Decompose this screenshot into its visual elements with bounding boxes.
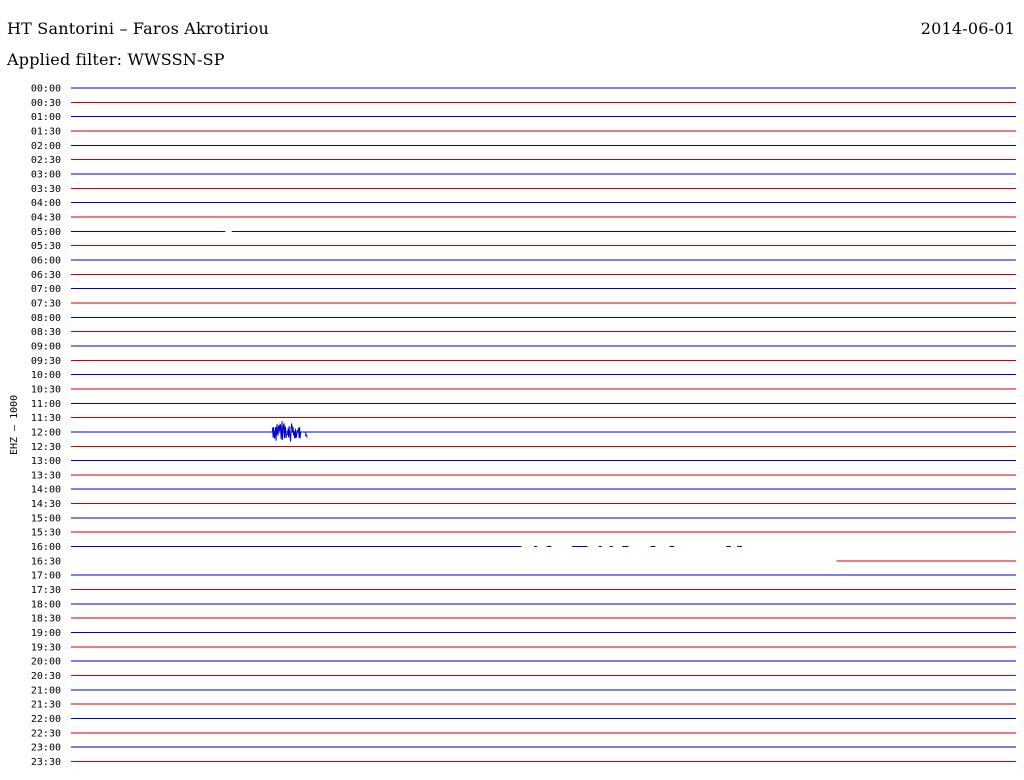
tick-label: 03:00 — [31, 169, 61, 180]
tick-label: 14:00 — [31, 485, 61, 496]
tick-label: 06:30 — [31, 270, 61, 281]
data-gap — [655, 544, 670, 549]
tick-label: 13:30 — [31, 470, 61, 481]
data-gap — [537, 544, 547, 549]
data-gap — [730, 544, 738, 549]
tick-label: 11:30 — [31, 413, 61, 424]
tick-label: 23:30 — [31, 757, 61, 768]
tick-label: 05:30 — [31, 241, 61, 252]
tick-label: 22:30 — [31, 728, 61, 739]
tick-label: 04:00 — [31, 198, 61, 209]
helicorder-chart: EHZ – 1000 00:00 00:30 01:00 01:30 02:00 02:30… — [9, 84, 1016, 768]
tick-label: 18:30 — [31, 614, 61, 625]
tick-label: 11:00 — [31, 399, 61, 410]
tick-label: 00:30 — [31, 98, 61, 109]
tick-label: 10:00 — [31, 370, 61, 381]
tick-label: 07:00 — [31, 284, 61, 295]
tick-label: 20:00 — [31, 657, 61, 668]
data-gap — [587, 544, 599, 549]
tick-label: 09:00 — [31, 341, 61, 352]
tick-label: 07:30 — [31, 298, 61, 309]
tick-label: 09:30 — [31, 356, 61, 367]
tick-label: 15:00 — [31, 513, 61, 524]
tick-label: 16:00 — [31, 542, 61, 553]
tick-label: 22:00 — [31, 714, 61, 725]
seismic-event — [272, 421, 302, 442]
tick-label: 19:30 — [31, 642, 61, 653]
data-gap — [601, 544, 610, 549]
tick-label: 12:30 — [31, 442, 61, 453]
data-gap — [674, 544, 727, 549]
tick-label: 04:30 — [31, 212, 61, 223]
tick-label: 20:30 — [31, 671, 61, 682]
tick-label: 02:30 — [31, 155, 61, 166]
data-gap — [521, 544, 535, 549]
tick-label: 08:30 — [31, 327, 61, 338]
data-gap — [612, 544, 623, 549]
tick-label: 14:30 — [31, 499, 61, 510]
tick-label: 10:30 — [31, 384, 61, 395]
seismic-event — [305, 431, 308, 438]
tick-label: 05:00 — [31, 227, 61, 238]
data-gap — [741, 544, 1016, 549]
tick-label: 06:00 — [31, 255, 61, 266]
data-gap — [628, 544, 651, 549]
channel-label: EHZ – 1000 — [9, 395, 20, 455]
tick-label: 21:30 — [31, 700, 61, 711]
tick-label: 19:00 — [31, 628, 61, 639]
tick-label: 01:00 — [31, 112, 61, 123]
tick-label: 02:00 — [31, 141, 61, 152]
tick-label: 23:00 — [31, 743, 61, 754]
tick-label: 18:00 — [31, 599, 61, 610]
data-gap — [551, 544, 572, 549]
tick-label: 21:00 — [31, 685, 61, 696]
tick-label: 12:00 — [31, 427, 61, 438]
tick-label: 13:00 — [31, 456, 61, 467]
tick-label: 16:30 — [31, 556, 61, 567]
tick-label: 08:00 — [31, 313, 61, 324]
tick-label: 03:30 — [31, 184, 61, 195]
tick-label: 00:00 — [31, 84, 61, 95]
tick-label: 17:30 — [31, 585, 61, 596]
data-gap — [225, 229, 232, 234]
tick-label: 15:30 — [31, 528, 61, 539]
tick-label: 01:30 — [31, 126, 61, 137]
tick-label: 17:00 — [31, 571, 61, 582]
